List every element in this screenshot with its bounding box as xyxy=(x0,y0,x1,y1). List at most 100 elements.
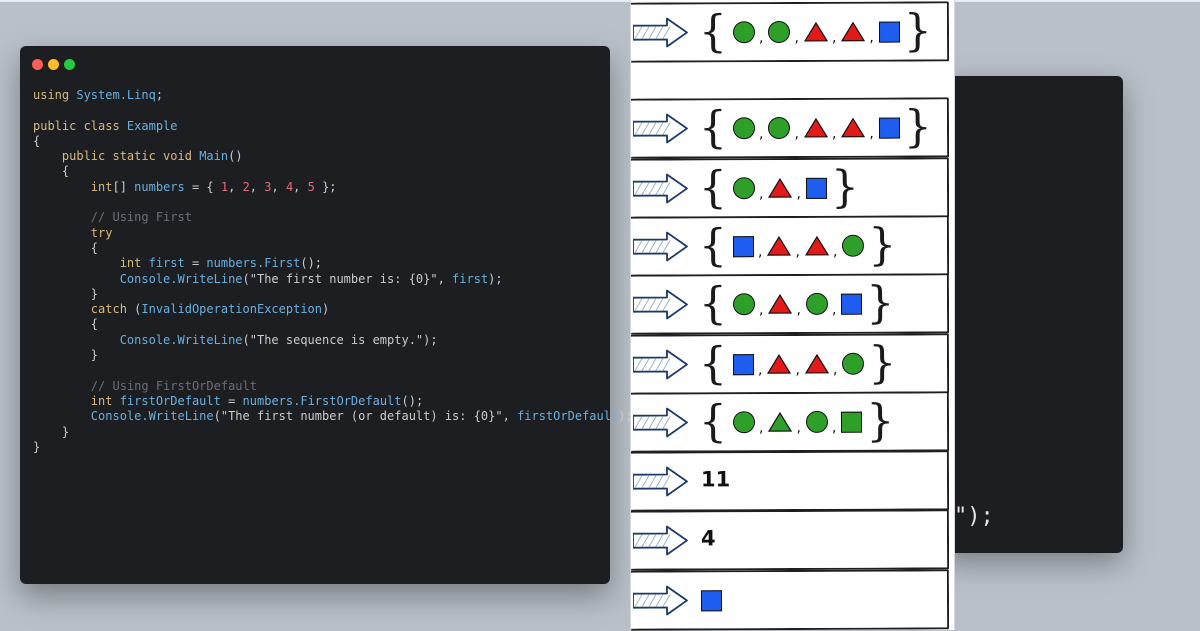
element-set: {,,} xyxy=(699,162,859,214)
code-token: , xyxy=(228,179,243,194)
right-arrow-icon xyxy=(632,17,688,48)
code-line: Console.WriteLine("The first number (or … xyxy=(33,409,633,424)
blue-square-icon xyxy=(732,353,755,375)
open-brace: { xyxy=(698,278,728,330)
code-token: // Using First xyxy=(90,210,192,225)
comma: , xyxy=(831,301,837,318)
comma: , xyxy=(796,419,801,436)
code-token: ("The first number is: {0}", xyxy=(242,271,453,286)
comma: , xyxy=(757,244,763,261)
red-triangle-icon xyxy=(841,21,866,42)
comma: , xyxy=(869,29,874,46)
code-line: } xyxy=(33,440,633,455)
comma: , xyxy=(758,126,764,143)
code-token: }; xyxy=(314,179,337,194)
red-triangle-icon xyxy=(804,235,829,256)
code-token: public class xyxy=(33,118,127,133)
code-line: } xyxy=(33,287,633,302)
red-triangle-icon xyxy=(768,177,793,198)
code-token: { xyxy=(33,240,99,255)
blue-square-icon xyxy=(878,21,900,43)
code-token: ( xyxy=(126,302,142,317)
comma: , xyxy=(869,125,874,142)
right-arrow-icon xyxy=(632,525,688,556)
right-arrow-icon xyxy=(632,407,688,438)
diagram-card: {,,,,} xyxy=(630,1,950,63)
blue-square-icon xyxy=(700,590,723,612)
code-token: Example xyxy=(126,118,178,133)
code-token: , xyxy=(293,179,308,194)
green-circle-icon xyxy=(732,117,756,140)
comma: , xyxy=(758,420,764,437)
code-token: ) xyxy=(322,302,330,317)
diagram-card: {,,,} xyxy=(630,215,950,277)
code-token: , xyxy=(249,179,265,194)
close-window-button[interactable] xyxy=(32,59,43,70)
green-circle-icon xyxy=(732,177,756,200)
code-line: using System.Linq; xyxy=(33,88,633,103)
red-triangle-icon xyxy=(841,117,866,138)
minimize-window-button[interactable] xyxy=(48,59,59,70)
code-token: // Using FirstOrDefault xyxy=(90,378,257,393)
green-triangle-icon xyxy=(768,411,793,432)
green-circle-icon xyxy=(768,20,791,44)
blue-square-icon xyxy=(732,235,755,257)
comma: , xyxy=(758,186,764,203)
code-token: try xyxy=(90,225,113,240)
comma: , xyxy=(831,29,837,46)
comma: , xyxy=(796,185,801,202)
diagram-card: 4 xyxy=(630,509,950,571)
code-line: { xyxy=(33,134,633,149)
comma: , xyxy=(795,361,800,378)
code-line: // Using First xyxy=(33,210,633,225)
close-brace: } xyxy=(868,219,897,271)
comma: , xyxy=(832,243,838,260)
code-token: 2 xyxy=(242,179,250,194)
maximize-window-button[interactable] xyxy=(64,59,75,70)
result-value: 4 xyxy=(700,526,716,551)
green-circle-icon xyxy=(842,234,865,257)
comma: , xyxy=(794,29,799,46)
code-token: InvalidOperationException xyxy=(141,302,322,317)
code-token: numbers xyxy=(134,179,185,194)
green-circle-icon xyxy=(732,411,756,434)
open-brace: { xyxy=(698,102,728,154)
blue-square-icon xyxy=(841,293,863,315)
open-brace: { xyxy=(698,6,728,58)
right-arrow-icon xyxy=(632,585,688,616)
code-token: first xyxy=(148,256,185,271)
code-line: try xyxy=(33,226,633,241)
code-line: { xyxy=(33,241,633,256)
code-token: Main xyxy=(199,149,229,164)
blue-square-icon xyxy=(805,177,827,199)
comma: , xyxy=(757,362,763,379)
code-token: = { xyxy=(184,179,221,194)
right-arrow-icon xyxy=(632,231,688,262)
code-line: } xyxy=(33,425,633,440)
code-line: public static void Main() xyxy=(33,149,633,164)
element-set: {,,,} xyxy=(699,219,897,272)
close-brace: } xyxy=(903,101,932,153)
code-block: using System.Linq;​public class Example{… xyxy=(33,88,633,455)
code-token: [] xyxy=(112,179,135,194)
code-line: catch (InvalidOperationException) xyxy=(33,302,633,317)
code-token: catch xyxy=(90,302,127,317)
code-line: { xyxy=(33,317,633,332)
code-token: numbers.FirstOrDefault xyxy=(242,393,402,408)
comma: , xyxy=(832,361,838,378)
top-edge-strip xyxy=(0,0,1200,2)
comma: , xyxy=(794,125,799,142)
result-shape xyxy=(700,590,723,615)
code-token: { xyxy=(33,317,99,332)
diagram-card: {,,,} xyxy=(630,333,950,395)
green-circle-icon xyxy=(732,21,756,44)
code-token: int xyxy=(119,256,149,271)
